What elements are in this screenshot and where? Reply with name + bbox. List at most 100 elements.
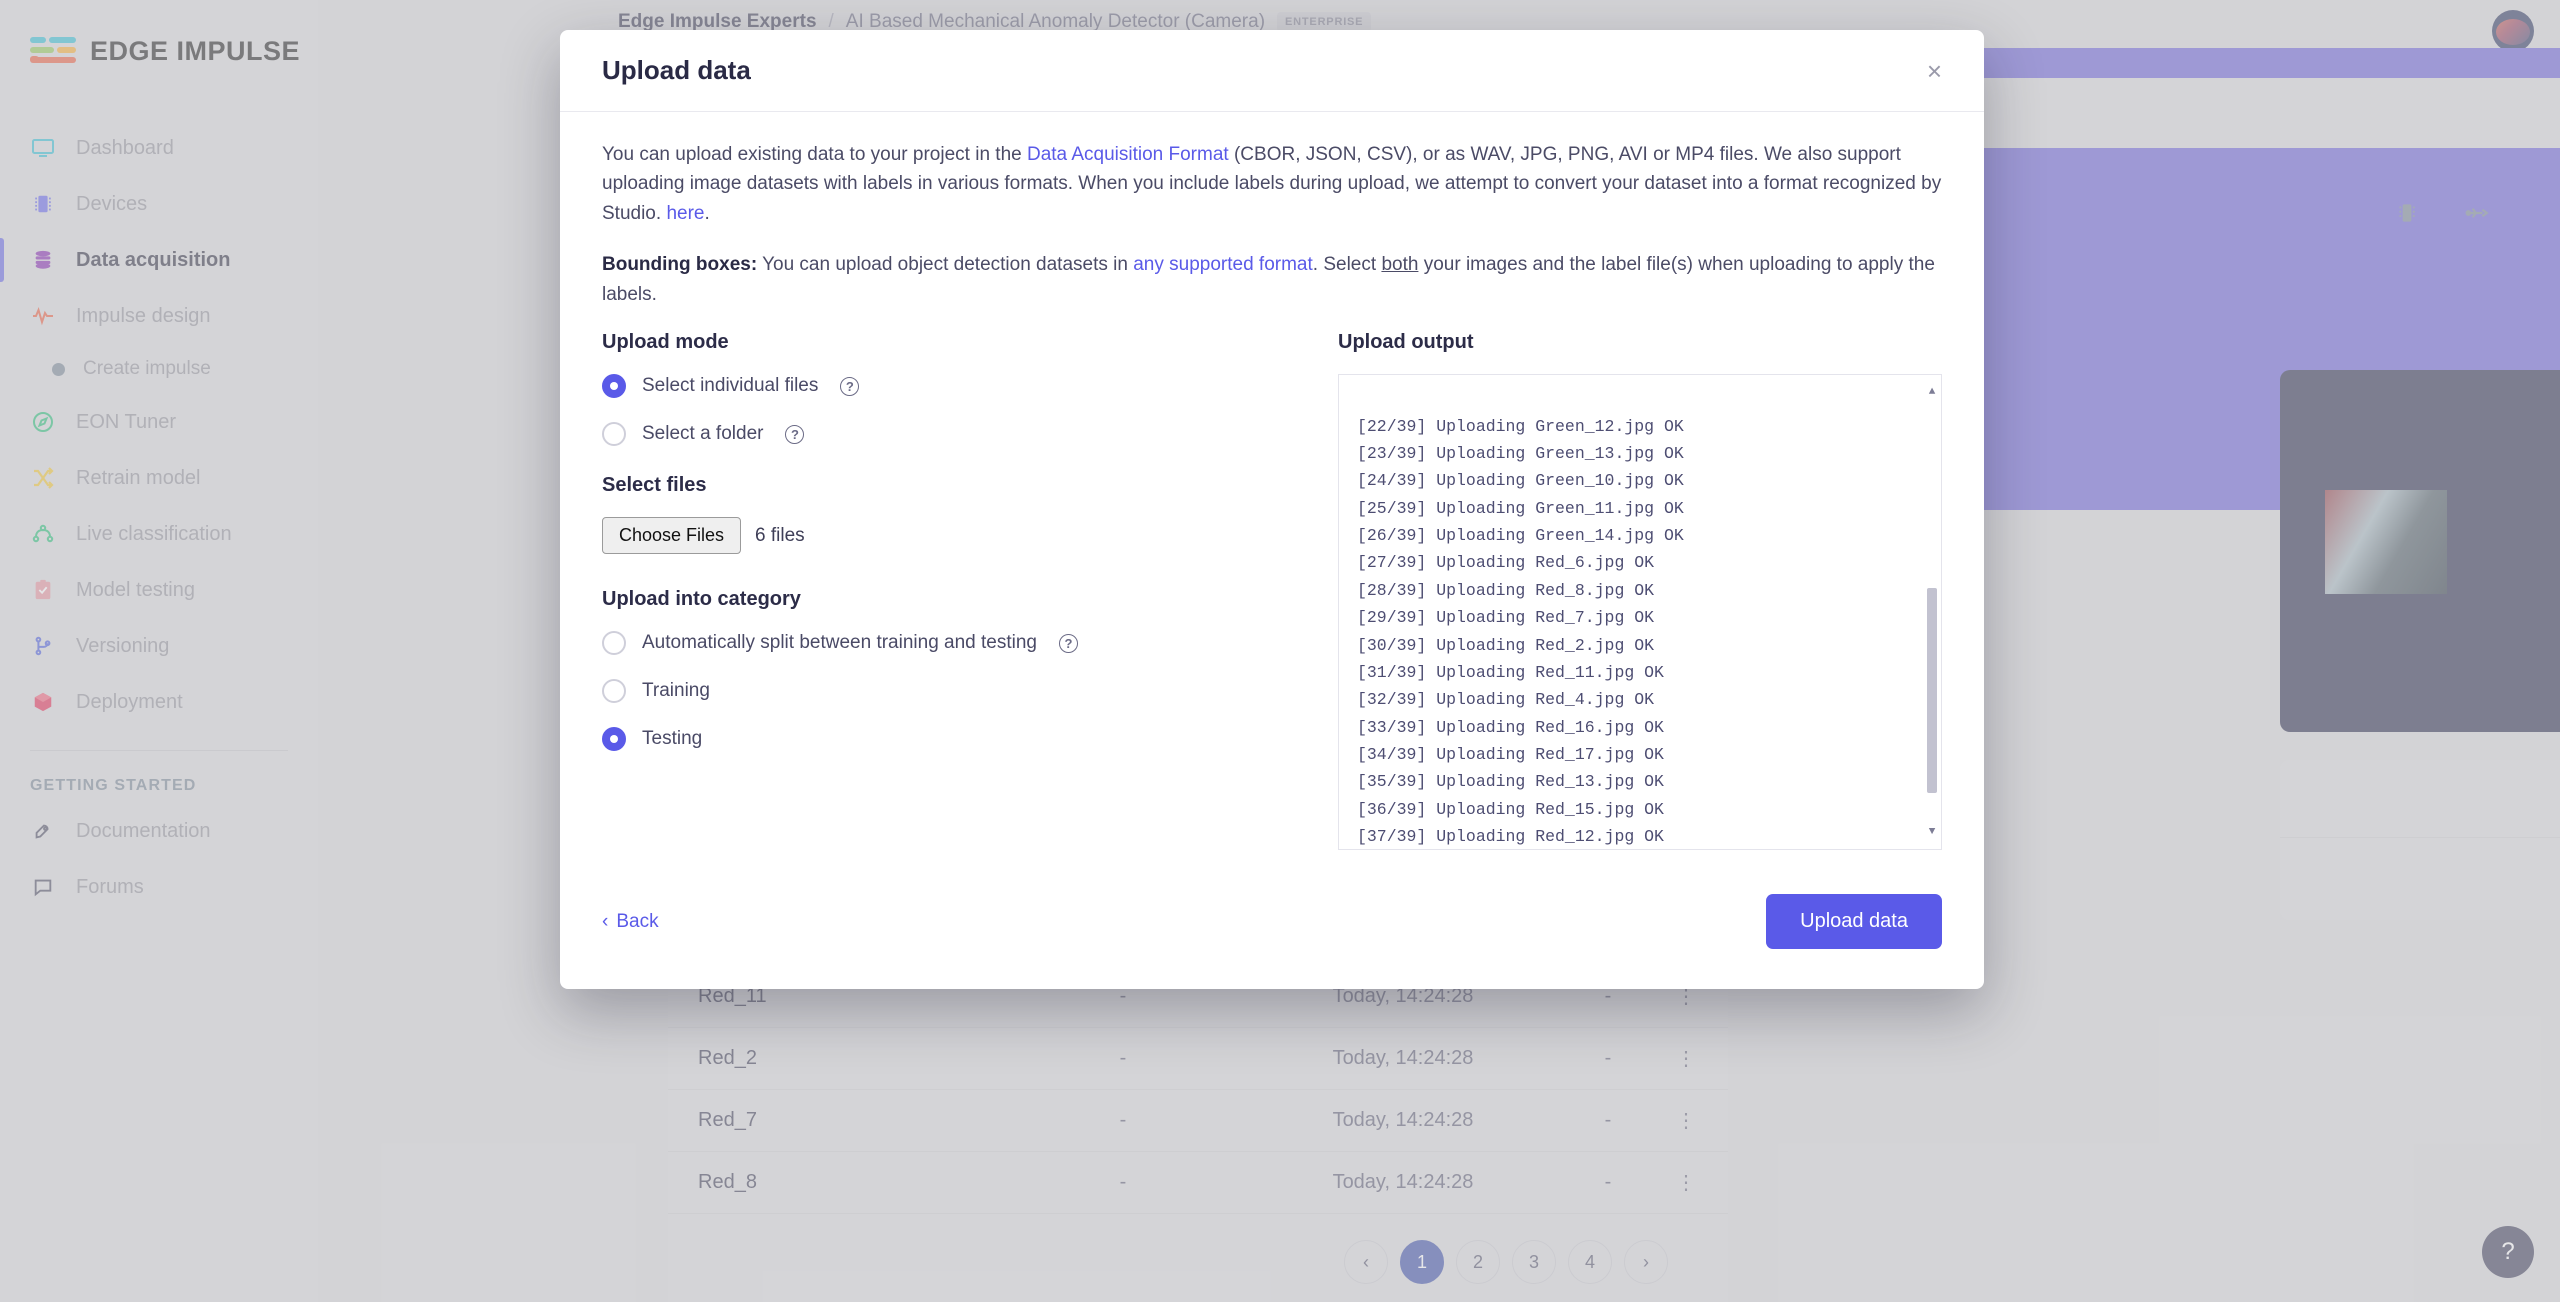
sidebar-item-eon-tuner[interactable]: EON Tuner bbox=[0, 394, 318, 450]
cell-sample-name: Red_8 bbox=[698, 1171, 757, 1193]
scrollbar-thumb[interactable] bbox=[1927, 588, 1937, 794]
pagination-prev[interactable]: ‹ bbox=[1344, 1240, 1388, 1284]
radio-icon[interactable] bbox=[602, 422, 626, 447]
pagination-page-3[interactable]: 3 bbox=[1512, 1240, 1556, 1284]
upload-output-title: Upload output bbox=[1338, 331, 1474, 354]
sidebar-item-forums[interactable]: Forums bbox=[0, 859, 318, 915]
console-line: [34/39] Uploading Red_17.jpg OK bbox=[1357, 745, 1664, 765]
pagination-page-1[interactable]: 1 bbox=[1400, 1240, 1444, 1284]
sidebar-item-label: Deployment bbox=[76, 690, 183, 713]
cell-length: - bbox=[1604, 1109, 1612, 1131]
sidebar-item-devices[interactable]: Devices bbox=[0, 176, 318, 232]
pagination-page-2[interactable]: 2 bbox=[1456, 1240, 1500, 1284]
bounding-text-a: You can upload object detection datasets… bbox=[757, 254, 1134, 276]
sample-thumbnail[interactable] bbox=[2325, 490, 2447, 594]
monitor-icon bbox=[30, 135, 56, 161]
table-row[interactable]: Red_7 - Today, 14:24:28 - ⋮ bbox=[668, 1090, 1728, 1152]
bounding-text-both: both bbox=[1381, 254, 1419, 276]
sidebar-item-impulse-design[interactable]: Impulse design bbox=[0, 288, 318, 344]
sidebar-item-model-testing[interactable]: Model testing bbox=[0, 562, 318, 618]
table-row[interactable]: Red_8 - Today, 14:24:28 - ⋮ bbox=[668, 1152, 1728, 1214]
console-scrollbar[interactable]: ▲ ▼ bbox=[1926, 383, 1938, 841]
console-line: [31/39] Uploading Red_11.jpg OK bbox=[1357, 662, 1664, 682]
help-icon[interactable]: ? bbox=[840, 376, 860, 396]
help-icon[interactable]: ? bbox=[785, 424, 805, 444]
radio-icon[interactable] bbox=[602, 727, 626, 752]
modal-title: Upload data bbox=[602, 55, 751, 85]
radio-label: Automatically split between training and… bbox=[642, 632, 1038, 654]
sidebar-item-documentation[interactable]: Documentation bbox=[0, 803, 318, 859]
selected-files-status: 6 files bbox=[755, 524, 805, 546]
pagination-page-4[interactable]: 4 bbox=[1568, 1240, 1612, 1284]
intro-text-a: You can upload existing data to your pro… bbox=[602, 144, 1027, 165]
radio-testing[interactable]: Testing bbox=[602, 727, 1292, 752]
network-icon bbox=[30, 521, 56, 547]
pagination-next[interactable]: › bbox=[1624, 1240, 1668, 1284]
console-line: [27/39] Uploading Red_6.jpg OK bbox=[1357, 553, 1655, 573]
radio-icon[interactable] bbox=[602, 374, 626, 399]
sidebar-item-deployment[interactable]: Deployment bbox=[0, 674, 318, 730]
radio-select-a-folder[interactable]: Select a folder ? bbox=[602, 422, 1292, 447]
branch-icon bbox=[30, 633, 56, 659]
sidebar-item-retrain-model[interactable]: Retrain model bbox=[0, 450, 318, 506]
brand-logo[interactable]: EDGE IMPULSE bbox=[0, 0, 318, 68]
sidebar-item-label: EON Tuner bbox=[76, 410, 177, 433]
cell-length: - bbox=[1604, 1171, 1612, 1193]
row-menu-icon[interactable]: ⋮ bbox=[1668, 1046, 1698, 1071]
radio-auto-split[interactable]: Automatically split between training and… bbox=[602, 631, 1292, 656]
help-card-actions: ? + bbox=[2280, 760, 2560, 815]
radio-icon[interactable] bbox=[602, 631, 626, 656]
sidebar-item-dashboard[interactable]: Dashboard bbox=[0, 120, 318, 176]
radio-label: Training bbox=[642, 680, 710, 702]
cell-label: - bbox=[1119, 1171, 1127, 1193]
help-fab-button[interactable]: ? bbox=[2482, 1226, 2534, 1278]
sidebar-nav: Dashboard Devices Data acquisition Impul… bbox=[0, 120, 318, 915]
cell-sample-name: Red_7 bbox=[698, 1109, 757, 1131]
choose-files-button[interactable]: Choose Files bbox=[602, 517, 742, 555]
console-line: [23/39] Uploading Green_13.jpg OK bbox=[1357, 443, 1684, 463]
pagination: ‹ 1 2 3 4 › bbox=[668, 1214, 1728, 1284]
cell-added: Today, 14:24:28 bbox=[1332, 1171, 1474, 1193]
bounding-boxes-label: Bounding boxes: bbox=[602, 254, 758, 276]
radio-icon[interactable] bbox=[602, 679, 626, 704]
enterprise-badge: ENTERPRISE bbox=[1277, 12, 1372, 32]
edge-impulse-logo-icon bbox=[30, 34, 76, 68]
data-acquisition-format-link[interactable]: Data Acquisition Format bbox=[1027, 144, 1229, 165]
scroll-up-icon[interactable]: ▲ bbox=[1926, 383, 1938, 401]
any-supported-format-link[interactable]: any supported format bbox=[1133, 254, 1313, 275]
close-icon[interactable]: × bbox=[1927, 58, 1942, 84]
dot-icon bbox=[52, 362, 65, 376]
sidebar-item-label: Dashboard bbox=[76, 136, 174, 159]
sidebar-item-create-impulse[interactable]: Create impulse bbox=[0, 344, 318, 394]
usb-icon[interactable] bbox=[2464, 200, 2490, 231]
upload-data-button[interactable]: Upload data bbox=[1766, 894, 1942, 950]
sidebar-item-live-classification[interactable]: Live classification bbox=[0, 506, 318, 562]
console-clipped-line bbox=[1357, 385, 1927, 412]
upload-output-console[interactable]: [22/39] Uploading Green_12.jpg OK [23/39]… bbox=[1338, 374, 1942, 851]
sidebar-item-label: Versioning bbox=[76, 634, 170, 657]
radio-label: Select a folder bbox=[642, 423, 764, 445]
avatar[interactable] bbox=[2492, 10, 2534, 52]
upload-mode-title: Upload mode bbox=[602, 331, 729, 354]
scroll-down-icon[interactable]: ▼ bbox=[1926, 823, 1938, 841]
sidebar-item-label: Model testing bbox=[76, 578, 195, 601]
table-row[interactable]: Red_2 - Today, 14:24:28 - ⋮ bbox=[668, 1028, 1728, 1090]
help-icon[interactable]: ? bbox=[1059, 633, 1079, 653]
row-menu-icon[interactable]: ⋮ bbox=[1668, 1170, 1698, 1195]
compass-icon bbox=[30, 409, 56, 435]
here-link[interactable]: here bbox=[666, 203, 704, 224]
device-actions bbox=[2394, 200, 2490, 231]
radio-select-individual-files[interactable]: Select individual files ? bbox=[602, 374, 1292, 399]
database-icon bbox=[30, 247, 56, 273]
back-button[interactable]: ‹ Back bbox=[602, 911, 659, 933]
cell-sample-name: Red_2 bbox=[698, 1047, 757, 1069]
row-menu-icon[interactable]: ⋮ bbox=[1668, 1108, 1698, 1133]
chip-icon[interactable] bbox=[2394, 200, 2420, 231]
radio-training[interactable]: Training bbox=[602, 679, 1292, 704]
sidebar-item-versioning[interactable]: Versioning bbox=[0, 618, 318, 674]
bounding-text-b: . Select bbox=[1312, 254, 1382, 276]
shuffle-icon bbox=[30, 465, 56, 491]
back-button-label: Back bbox=[616, 910, 659, 932]
console-line: [28/39] Uploading Red_8.jpg OK bbox=[1357, 580, 1655, 600]
sidebar-item-data-acquisition[interactable]: Data acquisition bbox=[0, 232, 318, 288]
